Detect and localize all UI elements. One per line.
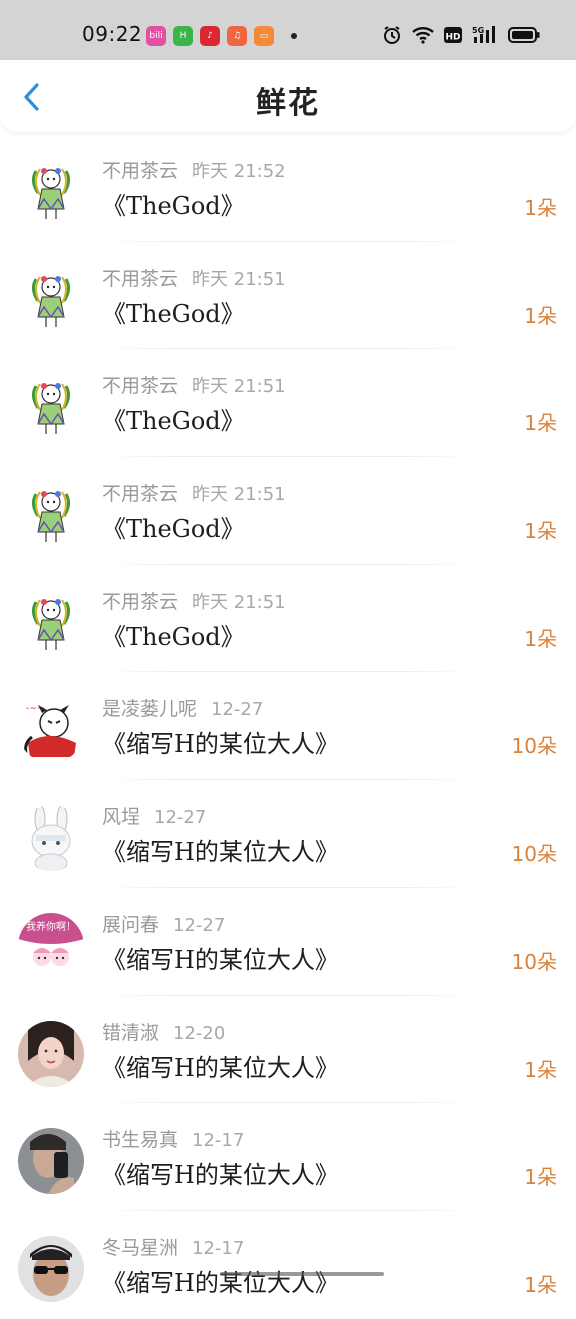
gift-time: 昨天 21:51 bbox=[192, 268, 286, 290]
gift-meta: 书生易真 12-17 bbox=[102, 1125, 244, 1152]
gift-time: 12-17 bbox=[192, 1130, 245, 1152]
user-name[interactable]: 不用茶云 bbox=[102, 160, 178, 182]
gift-meta: 冬马星洲 12-17 bbox=[102, 1233, 244, 1260]
gift-meta: 错清淑 12-20 bbox=[102, 1018, 225, 1045]
gift-time: 昨天 21:52 bbox=[192, 161, 286, 182]
gift-list-item[interactable]: 不用茶云 昨天 21:51 《TheGod》 1朵 bbox=[0, 565, 576, 673]
home-indicator bbox=[220, 1272, 384, 1276]
page-title: 鲜花 bbox=[256, 86, 320, 121]
flower-count: 1朵 bbox=[524, 196, 557, 220]
user-name[interactable]: 不用茶云 bbox=[102, 375, 178, 397]
svg-text:HD: HD bbox=[445, 33, 460, 43]
book-title[interactable]: 《TheGod》 bbox=[102, 401, 245, 436]
system-icons: HD 5G bbox=[382, 25, 540, 49]
flower-count: 1朵 bbox=[524, 303, 557, 328]
status-time: 09:22 bbox=[82, 22, 143, 46]
user-name[interactable]: 错清淑 bbox=[102, 1022, 159, 1044]
gift-time: 12-27 bbox=[154, 807, 207, 829]
gift-time: 昨天 21:51 bbox=[192, 484, 286, 506]
gift-time: 12-20 bbox=[173, 1022, 226, 1044]
red-app-icon: ♪ bbox=[200, 26, 220, 46]
gift-list-item[interactable]: 不用茶云 昨天 21:51 《TheGod》 1朵 bbox=[0, 457, 576, 565]
user-name[interactable]: 冬马星洲 bbox=[102, 1237, 178, 1259]
battery-icon bbox=[508, 26, 540, 48]
flower-count: 1朵 bbox=[524, 626, 557, 651]
user-name[interactable]: 不用茶云 bbox=[102, 268, 178, 290]
gift-meta: 不用茶云 昨天 21:51 bbox=[102, 264, 286, 291]
gift-meta: 不用茶云 昨天 21:51 bbox=[102, 479, 286, 506]
bilibili-app-icon: bili bbox=[146, 26, 166, 46]
flower-count: 1朵 bbox=[524, 1057, 557, 1082]
green-app-icon: H bbox=[173, 26, 193, 46]
gift-list: 不用茶云 昨天 21:52 《TheGod》 1朵 不用茶云 昨天 21:51 《T… bbox=[0, 134, 576, 1319]
flower-count: 1朵 bbox=[524, 519, 557, 544]
gift-list-item[interactable]: 冬马星洲 12-17 《缩写H的某位大人》 1朵 bbox=[0, 1211, 576, 1319]
book-title[interactable]: 《缩写H的某位大人》 bbox=[102, 1263, 339, 1298]
book-title[interactable]: 《缩写H的某位大人》 bbox=[102, 1155, 339, 1190]
book-title[interactable]: 《TheGod》 bbox=[102, 186, 245, 221]
user-avatar[interactable] bbox=[18, 374, 84, 441]
flower-count: 10朵 bbox=[511, 842, 557, 867]
user-name[interactable]: 不用茶云 bbox=[102, 591, 178, 613]
wifi-icon bbox=[412, 26, 434, 48]
book-title[interactable]: 《TheGod》 bbox=[102, 617, 245, 652]
user-name[interactable]: 风埕 bbox=[102, 806, 140, 828]
orange-app-icon: ▭ bbox=[254, 26, 274, 46]
user-avatar[interactable]: ~~~ bbox=[18, 697, 84, 764]
alarm-icon bbox=[382, 25, 402, 49]
gift-list-item[interactable]: 我养你啊！ 展问春 12-27 《缩写H的某位大人》 10朵 bbox=[0, 888, 576, 996]
gift-meta: 不用茶云 昨天 21:51 bbox=[102, 587, 286, 614]
gift-meta: 是凌蒌儿呢 12-27 bbox=[102, 694, 263, 721]
notification-icons: bili H ♪ ♫ ▭ bbox=[146, 26, 297, 46]
user-avatar[interactable] bbox=[18, 805, 84, 872]
gift-time: 12-27 bbox=[211, 699, 264, 721]
user-avatar[interactable] bbox=[18, 1235, 84, 1302]
gift-meta: 不用茶云 昨天 21:52 bbox=[102, 156, 286, 183]
user-avatar[interactable] bbox=[18, 159, 84, 225]
gift-list-item[interactable]: 风埕 12-27 《缩写H的某位大人》 10朵 bbox=[0, 780, 576, 888]
flower-count: 10朵 bbox=[511, 949, 557, 974]
network-label: 5G bbox=[472, 26, 484, 35]
user-name[interactable]: 展问春 bbox=[102, 914, 159, 936]
book-title[interactable]: 《缩写H的某位大人》 bbox=[102, 832, 339, 867]
signal-5g-icon: 5G bbox=[472, 25, 498, 49]
user-avatar[interactable] bbox=[18, 1020, 84, 1087]
gift-meta: 不用茶云 昨天 21:51 bbox=[102, 371, 286, 398]
book-title[interactable]: 《TheGod》 bbox=[102, 294, 245, 329]
book-title[interactable]: 《缩写H的某位大人》 bbox=[102, 1048, 339, 1083]
book-title[interactable]: 《缩写H的某位大人》 bbox=[102, 724, 339, 759]
book-title[interactable]: 《缩写H的某位大人》 bbox=[102, 940, 339, 975]
more-notifications-dot bbox=[291, 33, 297, 39]
gift-time: 昨天 21:51 bbox=[192, 376, 286, 398]
user-name[interactable]: 书生易真 bbox=[102, 1129, 178, 1151]
user-avatar[interactable] bbox=[18, 482, 84, 549]
user-name[interactable]: 是凌蒌儿呢 bbox=[102, 698, 197, 720]
gift-list-item[interactable]: 错清淑 12-20 《缩写H的某位大人》 1朵 bbox=[0, 996, 576, 1104]
gift-list-item[interactable]: 书生易真 12-17 《缩写H的某位大人》 1朵 bbox=[0, 1103, 576, 1211]
gift-list-item[interactable]: 不用茶云 昨天 21:52 《TheGod》 1朵 bbox=[0, 134, 576, 242]
hd-icon: HD bbox=[444, 26, 462, 48]
status-bar: 09:22 bili H ♪ ♫ ▭ HD 5G bbox=[0, 0, 576, 60]
gift-meta: 展问春 12-27 bbox=[102, 910, 225, 937]
gift-time: 12-17 bbox=[192, 1237, 245, 1259]
gift-list-item[interactable]: ~~~ 是凌蒌儿呢 12-27 《缩写H的某位大人》 10朵 bbox=[0, 672, 576, 781]
user-name[interactable]: 不用茶云 bbox=[102, 483, 178, 505]
gift-meta: 风埕 12-27 bbox=[102, 802, 206, 829]
flower-count: 10朵 bbox=[511, 734, 557, 759]
gift-list-item[interactable]: 不用茶云 昨天 21:51 《TheGod》 1朵 bbox=[0, 349, 576, 458]
user-avatar[interactable] bbox=[18, 266, 84, 333]
gift-list-item[interactable]: 不用茶云 昨天 21:51 《TheGod》 1朵 bbox=[0, 242, 576, 350]
flower-count: 1朵 bbox=[524, 411, 557, 436]
avatar-caption: 我养你啊！ bbox=[26, 920, 76, 933]
user-avatar[interactable] bbox=[18, 1128, 84, 1195]
book-title[interactable]: 《TheGod》 bbox=[102, 509, 245, 544]
gift-time: 昨天 21:51 bbox=[192, 591, 286, 613]
user-avatar[interactable] bbox=[18, 589, 84, 656]
gift-time: 12-27 bbox=[173, 914, 226, 936]
music-app-icon: ♫ bbox=[227, 26, 247, 46]
flower-count: 1朵 bbox=[524, 1165, 557, 1190]
header-bar: 鲜花 bbox=[0, 60, 576, 132]
user-avatar[interactable]: 我养你啊！ bbox=[18, 912, 84, 979]
flower-count: 1朵 bbox=[524, 1272, 557, 1297]
